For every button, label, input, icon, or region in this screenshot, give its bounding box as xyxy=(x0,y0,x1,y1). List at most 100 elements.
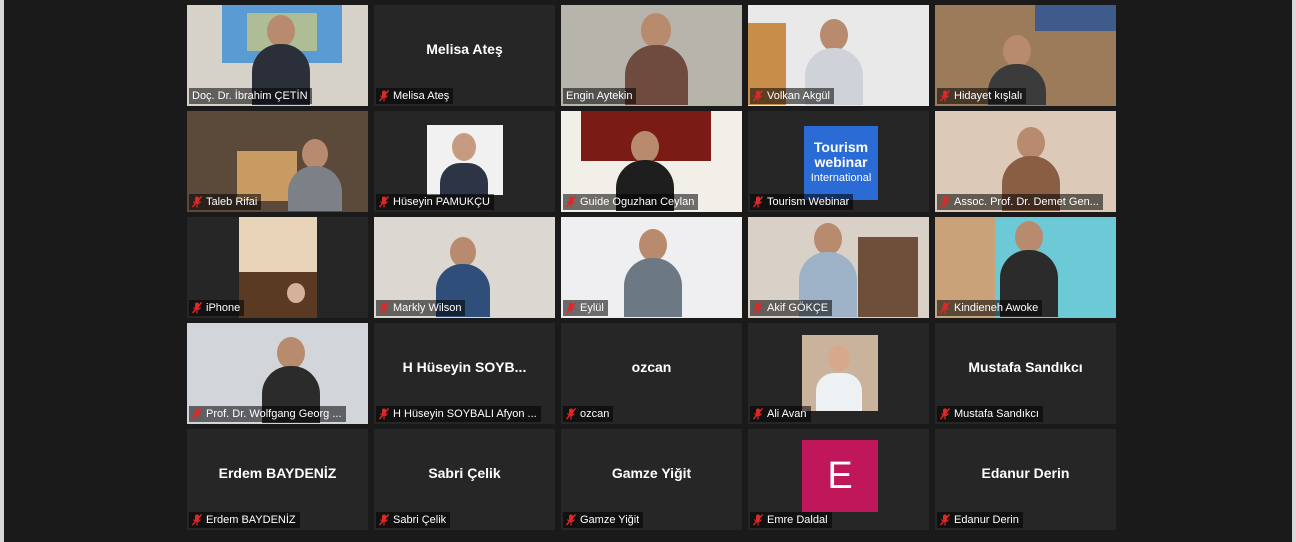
participant-display-name: Mustafa Sandıkcı xyxy=(968,359,1083,375)
muted-mic-icon xyxy=(940,302,950,314)
participant-tile[interactable]: H Hüseyin SOYB... H Hüseyin SOYBALI Afyon… xyxy=(374,323,555,424)
muted-mic-icon xyxy=(940,90,950,102)
participant-tile[interactable]: Prof. Dr. Wolfgang Georg ... xyxy=(187,323,368,424)
participant-name: Markly Wilson xyxy=(393,302,462,314)
participant-tile[interactable]: iPhone xyxy=(187,217,368,318)
participant-tile[interactable]: Sabri Çelik Sabri Çelik xyxy=(374,429,555,530)
participant-name: Kindieneh Awoke xyxy=(954,302,1039,314)
participant-tile[interactable]: Assoc. Prof. Dr. Demet Gen... xyxy=(935,111,1116,212)
participant-tile[interactable]: Tourism webinar International Tourism Webin… xyxy=(748,111,929,212)
participant-name-tag: Edanur Derin xyxy=(937,512,1023,528)
participant-name-tag: Prof. Dr. Wolfgang Georg ... xyxy=(189,406,346,422)
participant-name-tag: Emre Daldal xyxy=(750,512,832,528)
muted-mic-icon xyxy=(753,302,763,314)
participant-tile[interactable]: E Emre Daldal xyxy=(748,429,929,530)
participant-tile[interactable]: Eylül xyxy=(561,217,742,318)
participant-tile[interactable]: Kindieneh Awoke xyxy=(935,217,1116,318)
participant-name: Melisa Ateş xyxy=(393,90,450,102)
participant-tile[interactable]: Mustafa Sandıkcı Mustafa Sandıkcı xyxy=(935,323,1116,424)
participant-name-tag: Sabri Çelik xyxy=(376,512,451,528)
participant-name: Hidayet kışlalı xyxy=(954,90,1023,102)
participant-name: Gamze Yiğit xyxy=(580,514,640,526)
muted-mic-icon xyxy=(192,302,202,314)
participant-name-tag: Ali Avan xyxy=(750,406,811,422)
muted-mic-icon xyxy=(192,196,202,208)
participant-tile[interactable]: Engin Aytekin xyxy=(561,5,742,106)
muted-mic-icon xyxy=(566,514,576,526)
participant-name-tag: Guide Oguzhan Ceylan xyxy=(563,194,699,210)
muted-mic-icon xyxy=(566,408,576,420)
participant-display-name: H Hüseyin SOYB... xyxy=(402,359,527,375)
participant-tile[interactable]: Erdem BAYDENİZ Erdem BAYDENİZ xyxy=(187,429,368,530)
participant-display-name: Gamze Yiğit xyxy=(611,465,692,481)
participant-tile[interactable]: Guide Oguzhan Ceylan xyxy=(561,111,742,212)
participant-name-tag: Volkan Akgül xyxy=(750,88,834,104)
muted-mic-icon xyxy=(940,196,950,208)
participant-name: Taleb Rifai xyxy=(206,196,258,208)
participant-tile[interactable]: Gamze Yiğit Gamze Yiğit xyxy=(561,429,742,530)
participant-tile[interactable]: Akif GÖKÇE xyxy=(748,217,929,318)
participant-tile[interactable]: Edanur Derin Edanur Derin xyxy=(935,429,1116,530)
tourism-webinar-logo: Tourism webinar International xyxy=(804,126,878,200)
participant-name-tag: Engin Aytekin xyxy=(563,88,637,104)
participant-display-name: Erdem BAYDENİZ xyxy=(218,465,337,481)
muted-mic-icon xyxy=(753,408,763,420)
avatar: E xyxy=(802,440,878,512)
participant-name: Engin Aytekin xyxy=(566,90,633,102)
participant-name-tag: Mustafa Sandıkcı xyxy=(937,406,1043,422)
participant-tile[interactable]: Hüseyin PAMUKÇU xyxy=(374,111,555,212)
participant-name: Tourism Webinar xyxy=(767,196,850,208)
participant-tile[interactable]: Volkan Akgül xyxy=(748,5,929,106)
participant-name: Doç. Dr. İbrahim ÇETİN xyxy=(192,90,308,102)
participant-name-tag: Akif GÖKÇE xyxy=(750,300,833,316)
participant-display-name: Sabri Çelik xyxy=(428,465,501,481)
participant-name: Volkan Akgül xyxy=(767,90,830,102)
muted-mic-icon xyxy=(753,90,763,102)
participant-tile[interactable]: Melisa Ateş Melisa Ateş xyxy=(374,5,555,106)
muted-mic-icon xyxy=(379,302,389,314)
participant-name-tag: Doç. Dr. İbrahim ÇETİN xyxy=(189,88,312,104)
participant-name-tag: Melisa Ateş xyxy=(376,88,454,104)
participant-name: Sabri Çelik xyxy=(393,514,447,526)
muted-mic-icon xyxy=(566,196,576,208)
participant-name: Guide Oguzhan Ceylan xyxy=(580,196,695,208)
participant-display-name: Melisa Ateş xyxy=(426,41,503,57)
participant-name: Akif GÖKÇE xyxy=(767,302,829,314)
muted-mic-icon xyxy=(379,514,389,526)
participant-name-tag: iPhone xyxy=(189,300,245,316)
muted-mic-icon xyxy=(379,196,389,208)
participant-tile[interactable]: Ali Avan xyxy=(748,323,929,424)
participant-name: Mustafa Sandıkcı xyxy=(954,408,1039,420)
participant-tile[interactable]: Taleb Rifai xyxy=(187,111,368,212)
participant-name-tag: Erdem BAYDENİZ xyxy=(189,512,300,528)
participant-name-tag: Kindieneh Awoke xyxy=(937,300,1043,316)
muted-mic-icon xyxy=(192,514,202,526)
participant-name: Eylül xyxy=(580,302,604,314)
muted-mic-icon xyxy=(940,514,950,526)
participant-name: Hüseyin PAMUKÇU xyxy=(393,196,490,208)
participant-name-tag: ozcan xyxy=(563,406,614,422)
participant-display-name: ozcan xyxy=(631,359,672,375)
participant-tile[interactable]: Doç. Dr. İbrahim ÇETİN xyxy=(187,5,368,106)
participant-name-tag: Gamze Yiğit xyxy=(563,512,644,528)
participant-display-name: Edanur Derin xyxy=(981,465,1070,481)
participant-tile[interactable]: Markly Wilson xyxy=(374,217,555,318)
muted-mic-icon xyxy=(379,90,389,102)
participant-name: Erdem BAYDENİZ xyxy=(206,514,296,526)
participant-name: iPhone xyxy=(206,302,241,314)
muted-mic-icon xyxy=(192,408,202,420)
participant-name-tag: Tourism Webinar xyxy=(750,194,854,210)
participant-name: Ali Avan xyxy=(767,408,807,420)
participant-name-tag: Assoc. Prof. Dr. Demet Gen... xyxy=(937,194,1103,210)
participant-name: Prof. Dr. Wolfgang Georg ... xyxy=(206,408,342,420)
participant-tile[interactable]: Hidayet kışlalı xyxy=(935,5,1116,106)
participant-name: Emre Daldal xyxy=(767,514,828,526)
participant-name: H Hüseyin SOYBALI Afyon ... xyxy=(393,408,537,420)
muted-mic-icon xyxy=(379,408,389,420)
participant-name: ozcan xyxy=(580,408,610,420)
zoom-gallery-window: Doç. Dr. İbrahim ÇETİN Melisa Ateş Melisa … xyxy=(0,0,1296,542)
participant-name-tag: Hüseyin PAMUKÇU xyxy=(376,194,494,210)
participant-grid: Doç. Dr. İbrahim ÇETİN Melisa Ateş Melisa … xyxy=(187,5,1116,530)
participant-tile[interactable]: ozcan ozcan xyxy=(561,323,742,424)
muted-mic-icon xyxy=(566,302,576,314)
